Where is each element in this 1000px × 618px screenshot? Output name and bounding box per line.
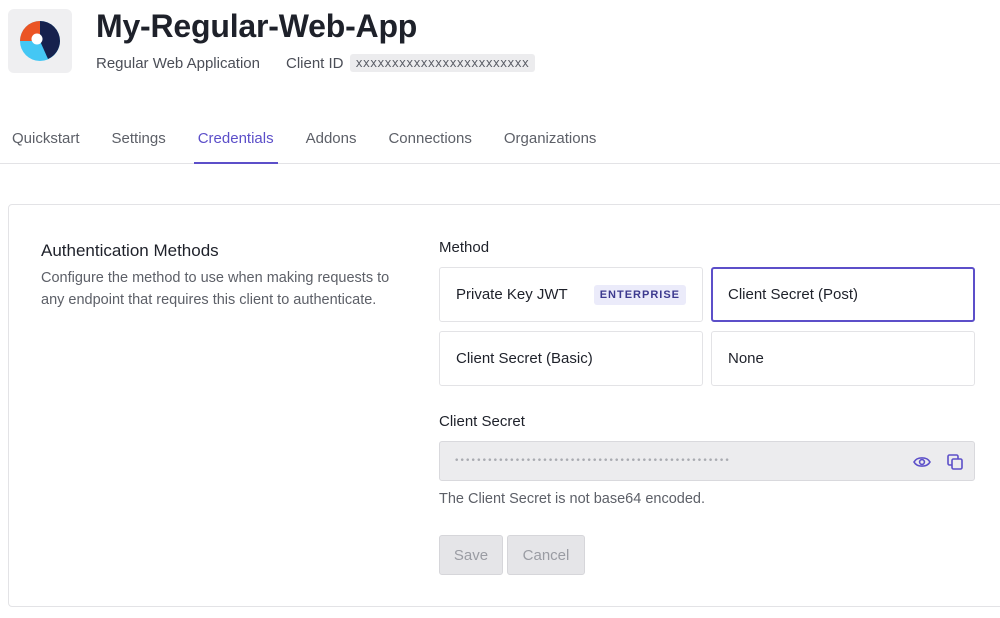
client-secret-masked-value: ••••••••••••••••••••••••••••••••••••••••…: [454, 456, 730, 466]
method-client-secret-post[interactable]: Client Secret (Post): [711, 267, 975, 322]
tab-connections[interactable]: Connections: [372, 120, 487, 163]
app-logo-icon: [20, 21, 60, 61]
method-none[interactable]: None: [711, 331, 975, 386]
eye-icon[interactable]: [912, 452, 932, 472]
method-label-text: Private Key JWT: [456, 286, 568, 303]
client-id-value[interactable]: xxxxxxxxxxxxxxxxxxxxxxxx: [349, 54, 535, 72]
tab-settings[interactable]: Settings: [96, 120, 182, 163]
client-id-label: Client ID: [286, 54, 344, 72]
save-button[interactable]: Save: [439, 535, 503, 575]
client-secret-label: Client Secret: [439, 413, 525, 430]
method-label-text: Client Secret (Basic): [456, 350, 593, 367]
method-label-text: None: [728, 350, 764, 367]
enterprise-badge: ENTERPRISE: [593, 284, 686, 305]
method-private-key-jwt[interactable]: Private Key JWT ENTERPRISE: [439, 267, 703, 322]
tab-credentials[interactable]: Credentials: [182, 120, 290, 164]
method-client-secret-basic[interactable]: Client Secret (Basic): [439, 331, 703, 386]
client-secret-help-text: The Client Secret is not base64 encoded.: [439, 491, 705, 507]
tab-quickstart[interactable]: Quickstart: [0, 120, 96, 163]
client-secret-field[interactable]: ••••••••••••••••••••••••••••••••••••••••…: [439, 441, 975, 481]
app-meta: Regular Web Application Client ID xxxxxx…: [96, 54, 535, 72]
method-label-text: Client Secret (Post): [728, 286, 859, 303]
method-label: Method: [439, 239, 490, 256]
copy-icon[interactable]: [945, 452, 965, 472]
app-type: Regular Web Application: [96, 54, 260, 72]
app-logo: [8, 9, 72, 73]
tab-bar: Quickstart Settings Credentials Addons C…: [0, 120, 1000, 164]
section-title: Authentication Methods: [41, 241, 219, 260]
cancel-button[interactable]: Cancel: [507, 535, 585, 575]
app-title: My-Regular-Web-App: [96, 8, 418, 44]
section-description: Configure the method to use when making …: [41, 270, 390, 308]
authentication-methods-panel: Authentication Methods Configure the met…: [8, 204, 1000, 607]
tab-organizations[interactable]: Organizations: [488, 120, 613, 163]
tab-addons[interactable]: Addons: [290, 120, 373, 163]
